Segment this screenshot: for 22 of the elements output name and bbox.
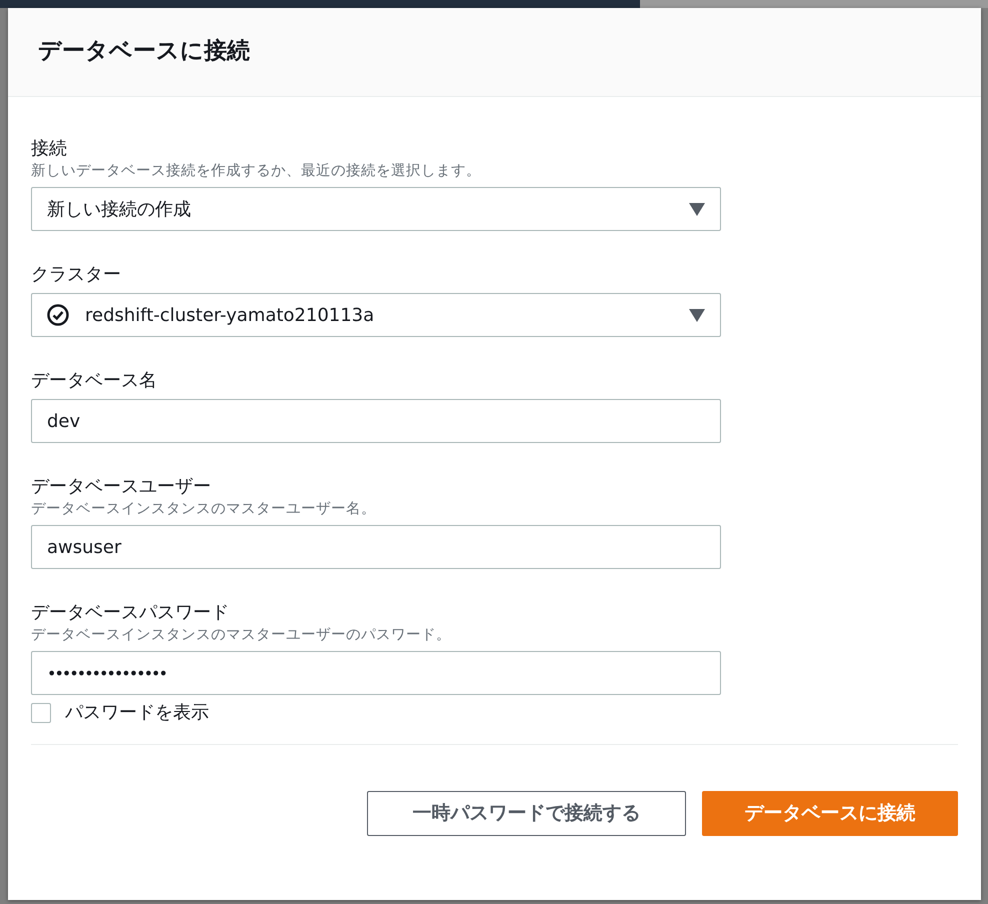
selected-value: redshift-cluster-yamato210113a bbox=[85, 304, 374, 328]
field-description: データベースインスタンスのマスターユーザー名。 bbox=[31, 500, 377, 519]
checkbox[interactable] bbox=[31, 702, 51, 722]
input-field[interactable]: dev bbox=[31, 399, 721, 443]
dialog-title: データベースに接続 bbox=[38, 38, 250, 66]
field-label: 接続 bbox=[31, 137, 68, 161]
dropdown-field[interactable]: 新しい接続の作成 bbox=[31, 187, 721, 231]
dropdown-caret-icon bbox=[689, 202, 705, 216]
selected-value: 新しい接続の作成 bbox=[47, 198, 191, 222]
temporary-password-connect-button[interactable]: 一時パスワードで接続する bbox=[367, 791, 686, 836]
input-field[interactable]: •••••••••••••••• bbox=[31, 651, 721, 695]
dropdown-caret-icon bbox=[689, 308, 705, 322]
dropdown-field[interactable]: redshift-cluster-yamato210113a bbox=[31, 293, 721, 337]
field-label: データベースパスワード bbox=[31, 601, 230, 625]
field-label: データベースユーザー bbox=[31, 475, 212, 499]
field-description: 新しいデータベース接続を作成するか、最近の接続を選択します。 bbox=[31, 162, 482, 181]
field-label: クラスター bbox=[31, 263, 122, 287]
check-circle-icon bbox=[47, 304, 69, 326]
field-label: データベース名 bbox=[31, 369, 158, 393]
input-field[interactable]: awsuser bbox=[31, 525, 721, 569]
checkbox-label: パスワードを表示 bbox=[65, 701, 209, 725]
field-description: データベースインスタンスのマスターユーザーのパスワード。 bbox=[31, 626, 452, 645]
